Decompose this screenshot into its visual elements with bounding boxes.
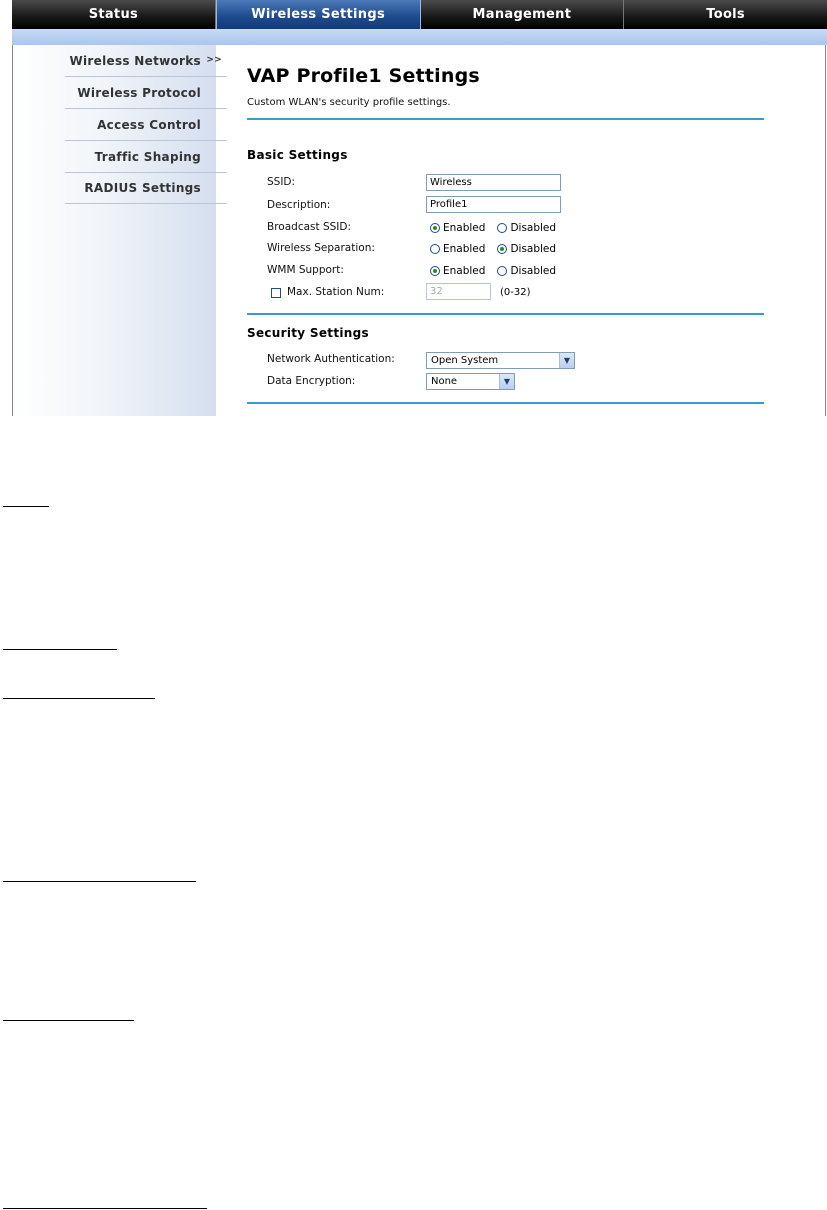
network-authentication-value: Open System: [431, 355, 499, 366]
sidebar-item-label: Wireless Networks: [69, 54, 201, 68]
sidebar-item-radius-settings[interactable]: RADIUS Settings: [65, 173, 227, 204]
doc-heading-underline: [3, 648, 117, 650]
sidebar-item-access-control[interactable]: Access Control: [65, 110, 227, 141]
max-station-label: Max. Station Num:: [287, 286, 385, 298]
top-navigation: Status Wireless Settings Management Tool…: [12, 0, 827, 29]
description-input[interactable]: Profile1: [426, 196, 561, 213]
data-encryption-select[interactable]: None ▼: [426, 373, 515, 390]
wireless-separation-radio-group: Enabled Disabled: [430, 243, 568, 255]
max-station-range: (0-32): [500, 287, 531, 298]
sidebar: Wireless Networks >> Wireless Protocol A…: [13, 45, 227, 416]
sidebar-item-label: Traffic Shaping: [94, 150, 201, 164]
chevron-down-icon[interactable]: ▼: [559, 353, 574, 368]
max-station-input[interactable]: 32: [426, 283, 491, 300]
network-authentication-label: Network Authentication:: [267, 353, 395, 365]
doc-heading-underline: [3, 1207, 207, 1209]
doc-heading-underline: [3, 505, 49, 507]
wmm-support-radio-group: Enabled Disabled: [430, 265, 568, 277]
sidebar-item-wireless-protocol[interactable]: Wireless Protocol: [65, 78, 227, 109]
ssid-input[interactable]: Wireless: [426, 174, 561, 191]
doc-heading-underline: [3, 880, 196, 882]
main-content: VAP Profile1 Settings Custom WLAN's secu…: [247, 45, 764, 416]
data-encryption-label: Data Encryption:: [267, 375, 356, 387]
max-station-checkbox[interactable]: [271, 288, 281, 298]
wireless-separation-disabled-radio[interactable]: [497, 244, 508, 254]
data-encryption-value: None: [431, 376, 458, 387]
page-title: VAP Profile1 Settings: [247, 65, 480, 87]
tab-tools[interactable]: Tools: [624, 0, 827, 29]
doc-heading-underline: [3, 1019, 134, 1021]
radio-label: Enabled: [443, 243, 486, 255]
radio-label: Disabled: [510, 222, 557, 234]
sidebar-item-wireless-networks[interactable]: Wireless Networks >>: [65, 46, 227, 77]
divider: [247, 118, 764, 120]
tab-management[interactable]: Management: [421, 0, 625, 29]
section-title-basic: Basic Settings: [247, 148, 348, 162]
sidebar-item-label: RADIUS Settings: [84, 181, 201, 195]
radio-label: Enabled: [443, 222, 486, 234]
broadcast-ssid-label: Broadcast SSID:: [267, 221, 351, 233]
tab-wireless-settings[interactable]: Wireless Settings: [215, 0, 421, 29]
chevron-down-icon[interactable]: ▼: [499, 374, 514, 389]
divider: [247, 402, 764, 404]
page-description: Custom WLAN's security profile settings.: [247, 97, 451, 108]
wmm-support-disabled-radio[interactable]: [497, 266, 508, 276]
wmm-support-label: WMM Support:: [267, 264, 344, 276]
sidebar-item-traffic-shaping[interactable]: Traffic Shaping: [65, 142, 227, 173]
wireless-separation-label: Wireless Separation:: [267, 242, 375, 254]
broadcast-ssid-radio-group: Enabled Disabled: [430, 222, 568, 234]
radio-label: Disabled: [510, 265, 557, 277]
wireless-separation-enabled-radio[interactable]: [430, 244, 440, 254]
network-authentication-select[interactable]: Open System ▼: [426, 352, 575, 369]
description-label: Description:: [267, 199, 331, 211]
radio-label: Enabled: [443, 265, 486, 277]
sub-navigation-bar: [12, 29, 827, 45]
wmm-support-enabled-radio[interactable]: [430, 266, 440, 276]
sidebar-item-label: Wireless Protocol: [77, 86, 201, 100]
sidebar-item-label: Access Control: [97, 118, 201, 132]
broadcast-ssid-disabled-radio[interactable]: [497, 223, 508, 233]
doc-heading-underline: [3, 697, 155, 699]
tab-status[interactable]: Status: [12, 0, 216, 29]
broadcast-ssid-enabled-radio[interactable]: [430, 223, 440, 233]
radio-label: Disabled: [510, 243, 557, 255]
double-chevron-right-icon: >>: [206, 55, 222, 65]
section-title-security: Security Settings: [247, 326, 369, 340]
divider: [247, 313, 764, 315]
ssid-label: SSID:: [267, 176, 296, 188]
